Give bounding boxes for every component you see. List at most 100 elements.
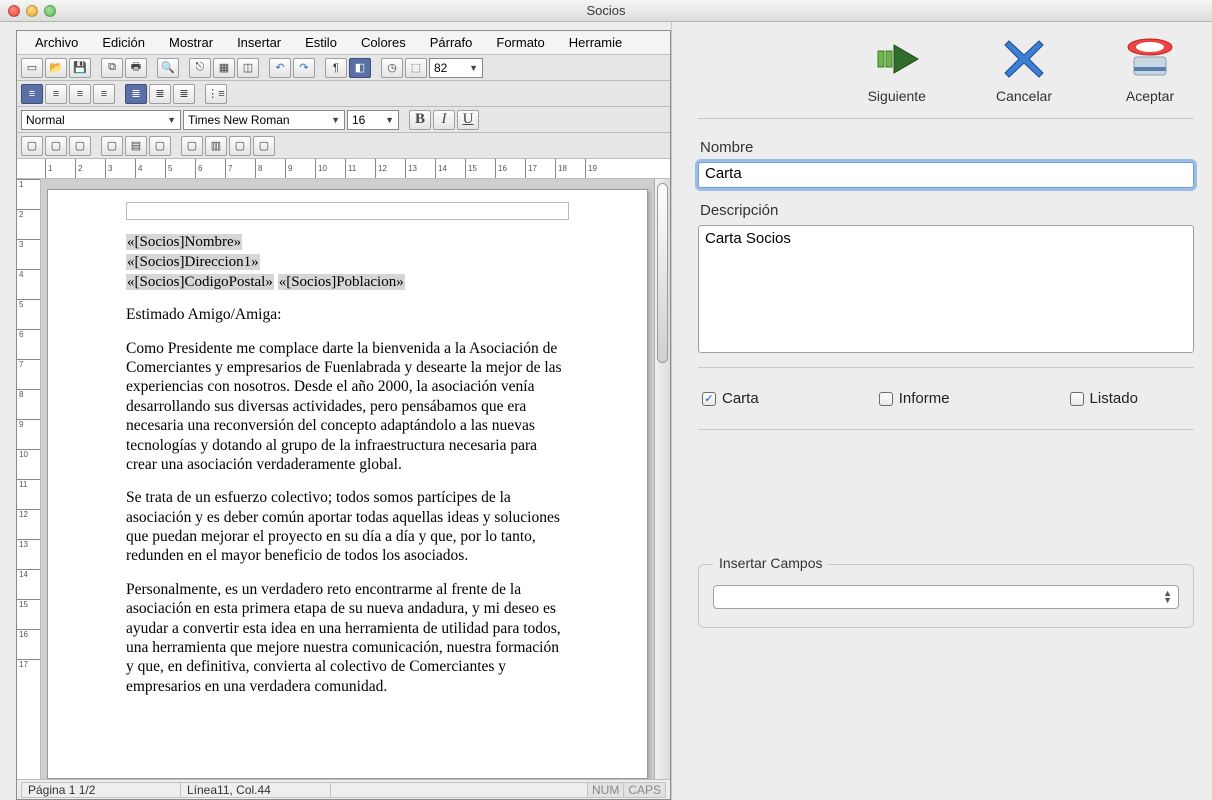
view-mode-button[interactable]: ◧ (349, 58, 371, 78)
merge-field-direccion[interactable]: «[Socios]Direccion1» (126, 254, 260, 270)
clock-button[interactable]: ◷ (381, 58, 403, 78)
merge-field-cp[interactable]: «[Socios]CodigoPostal» (126, 274, 274, 290)
border-10-button[interactable]: ▢ (253, 136, 275, 156)
checkbox-informe[interactable]: Informe (879, 390, 950, 407)
insert-fields-group: Insertar Campos ▲▼ (698, 564, 1194, 628)
align-justify-button[interactable]: ≡ (93, 84, 115, 104)
border-2-button[interactable]: ▢ (45, 136, 67, 156)
status-position: Línea11, Col.44 (181, 782, 331, 798)
window-title: Socios (0, 3, 1212, 18)
menu-colores[interactable]: Colores (349, 33, 418, 52)
border-9-button[interactable]: ▢ (229, 136, 251, 156)
pilcrow-button[interactable]: ¶ (325, 58, 347, 78)
border-3-button[interactable]: ▢ (69, 136, 91, 156)
italic-button[interactable]: I (433, 110, 455, 130)
checkbox-listado-label: Listado (1090, 390, 1138, 407)
checkbox-carta-box: ✓ (702, 392, 716, 406)
border-5-button[interactable]: ▤ (125, 136, 147, 156)
border-8-button[interactable]: ▥ (205, 136, 227, 156)
font-dropdown[interactable]: Times New Roman▼ (183, 110, 345, 130)
checkbox-carta[interactable]: ✓ Carta (702, 390, 759, 407)
description-label: Descripción (700, 202, 1194, 219)
merge-field-nombre[interactable]: «[Socios]Nombre» (126, 234, 242, 250)
menu-herramientas[interactable]: Herramie (557, 33, 634, 52)
line-spacing-1-button[interactable]: ≣ (125, 84, 147, 104)
bold-button[interactable]: B (409, 110, 431, 130)
checkbox-carta-label: Carta (722, 390, 759, 407)
next-button[interactable]: Siguiente (868, 36, 926, 104)
vertical-ruler[interactable]: 1 2 3 4 5 6 7 8 9 10 11 12 13 14 15 16 1 (17, 179, 41, 779)
menu-edicion[interactable]: Edición (90, 33, 157, 52)
zoom-dropdown[interactable]: 82▼ (429, 58, 483, 78)
doc-salutation[interactable]: Estimado Amigo/Amiga: (126, 305, 569, 324)
divider-3 (698, 429, 1194, 430)
side-panel: Siguiente Cancelar (672, 22, 1212, 800)
print-button[interactable]: 🖶 (125, 58, 147, 78)
vertical-scrollbar[interactable] (654, 179, 670, 779)
cancel-icon (996, 36, 1052, 82)
menu-mostrar[interactable]: Mostrar (157, 33, 225, 52)
scrollbar-thumb[interactable] (657, 183, 668, 363)
align-left-button[interactable]: ≡ (21, 84, 43, 104)
merge-field-poblacion[interactable]: «[Socios]Poblacion» (278, 274, 405, 290)
insert-fields-legend: Insertar Campos (713, 555, 828, 571)
editor-pane: Archivo Edición Mostrar Insertar Estilo … (0, 22, 672, 800)
find-button[interactable]: 🔍 (157, 58, 179, 78)
align-center-button[interactable]: ≡ (45, 84, 67, 104)
cancel-button[interactable]: Cancelar (996, 36, 1052, 104)
align-right-button[interactable]: ≡ (69, 84, 91, 104)
link-button[interactable]: ⎋ (189, 58, 211, 78)
style-dropdown[interactable]: Normal▼ (21, 110, 181, 130)
toolbar-font: Normal▼ Times New Roman▼ 16▼ B I U (17, 107, 670, 133)
next-label: Siguiente (868, 88, 926, 104)
accept-label: Aceptar (1126, 88, 1174, 104)
open-button[interactable]: 📂 (45, 58, 67, 78)
menu-bar: Archivo Edición Mostrar Insertar Estilo … (17, 31, 670, 55)
status-num: NUM (588, 782, 624, 798)
font-size-dropdown[interactable]: 16▼ (347, 110, 399, 130)
border-1-button[interactable]: ▢ (21, 136, 43, 156)
cancel-label: Cancelar (996, 88, 1052, 104)
redo-button[interactable]: ↷ (293, 58, 315, 78)
menu-formato[interactable]: Formato (484, 33, 556, 52)
toolbar-file: ▭ 📂 💾 ⧉ 🖶 🔍 ⎋ ▦ ◫ ↶ ↷ ¶ ◧ ◷ ⬚ (17, 55, 670, 81)
accept-button[interactable]: Aceptar (1122, 36, 1178, 104)
toolbar-borders: ▢ ▢ ▢ ▢ ▤ ▢ ▢ ▥ ▢ ▢ (17, 133, 670, 159)
bullets-button[interactable]: ⋮≡ (205, 84, 227, 104)
horizontal-ruler[interactable]: 1 2 3 4 5 6 7 8 9 10 11 12 13 14 15 16 1 (17, 159, 670, 179)
header-field[interactable] (126, 202, 569, 220)
menu-archivo[interactable]: Archivo (23, 33, 90, 52)
underline-button[interactable]: U (457, 110, 479, 130)
page-num-button[interactable]: ⬚ (405, 58, 427, 78)
font-size-value: 16 (352, 113, 365, 127)
undo-button[interactable]: ↶ (269, 58, 291, 78)
document-page[interactable]: «[Socios]Nombre» «[Socios]Direccion1» «[… (47, 189, 648, 779)
line-spacing-2-button[interactable]: ≣ (149, 84, 171, 104)
border-4-button[interactable]: ▢ (101, 136, 123, 156)
new-doc-button[interactable]: ▭ (21, 58, 43, 78)
zoom-value: 82 (434, 61, 447, 75)
name-input-value: Carta (705, 165, 742, 182)
document-viewport: 1 2 3 4 5 6 7 8 9 10 11 12 13 14 15 16 1 (17, 179, 670, 779)
menu-insertar[interactable]: Insertar (225, 33, 293, 52)
doc-paragraph-2[interactable]: Se trata de un esfuerzo colectivo; todos… (126, 488, 569, 566)
menu-parrafo[interactable]: Párrafo (418, 33, 485, 52)
checkbox-informe-label: Informe (899, 390, 950, 407)
line-spacing-3-button[interactable]: ≣ (173, 84, 195, 104)
name-label: Nombre (700, 139, 1194, 156)
border-6-button[interactable]: ▢ (149, 136, 171, 156)
name-input[interactable]: Carta (698, 162, 1194, 188)
copy-button[interactable]: ⧉ (101, 58, 123, 78)
save-button[interactable]: 💾 (69, 58, 91, 78)
menu-estilo[interactable]: Estilo (293, 33, 349, 52)
insert-fields-combo[interactable]: ▲▼ (713, 585, 1179, 609)
doc-paragraph-1[interactable]: Como Presidente me complace darte la bie… (126, 339, 569, 475)
combo-stepper-icon: ▲▼ (1163, 590, 1172, 604)
table-button[interactable]: ▦ (213, 58, 235, 78)
checkbox-listado[interactable]: Listado (1070, 390, 1138, 407)
border-7-button[interactable]: ▢ (181, 136, 203, 156)
description-textarea[interactable]: Carta Socios (698, 225, 1194, 353)
status-caps: CAPS (624, 782, 666, 798)
doc-paragraph-3[interactable]: Personalmente, es un verdadero reto enco… (126, 580, 569, 696)
image-button[interactable]: ◫ (237, 58, 259, 78)
